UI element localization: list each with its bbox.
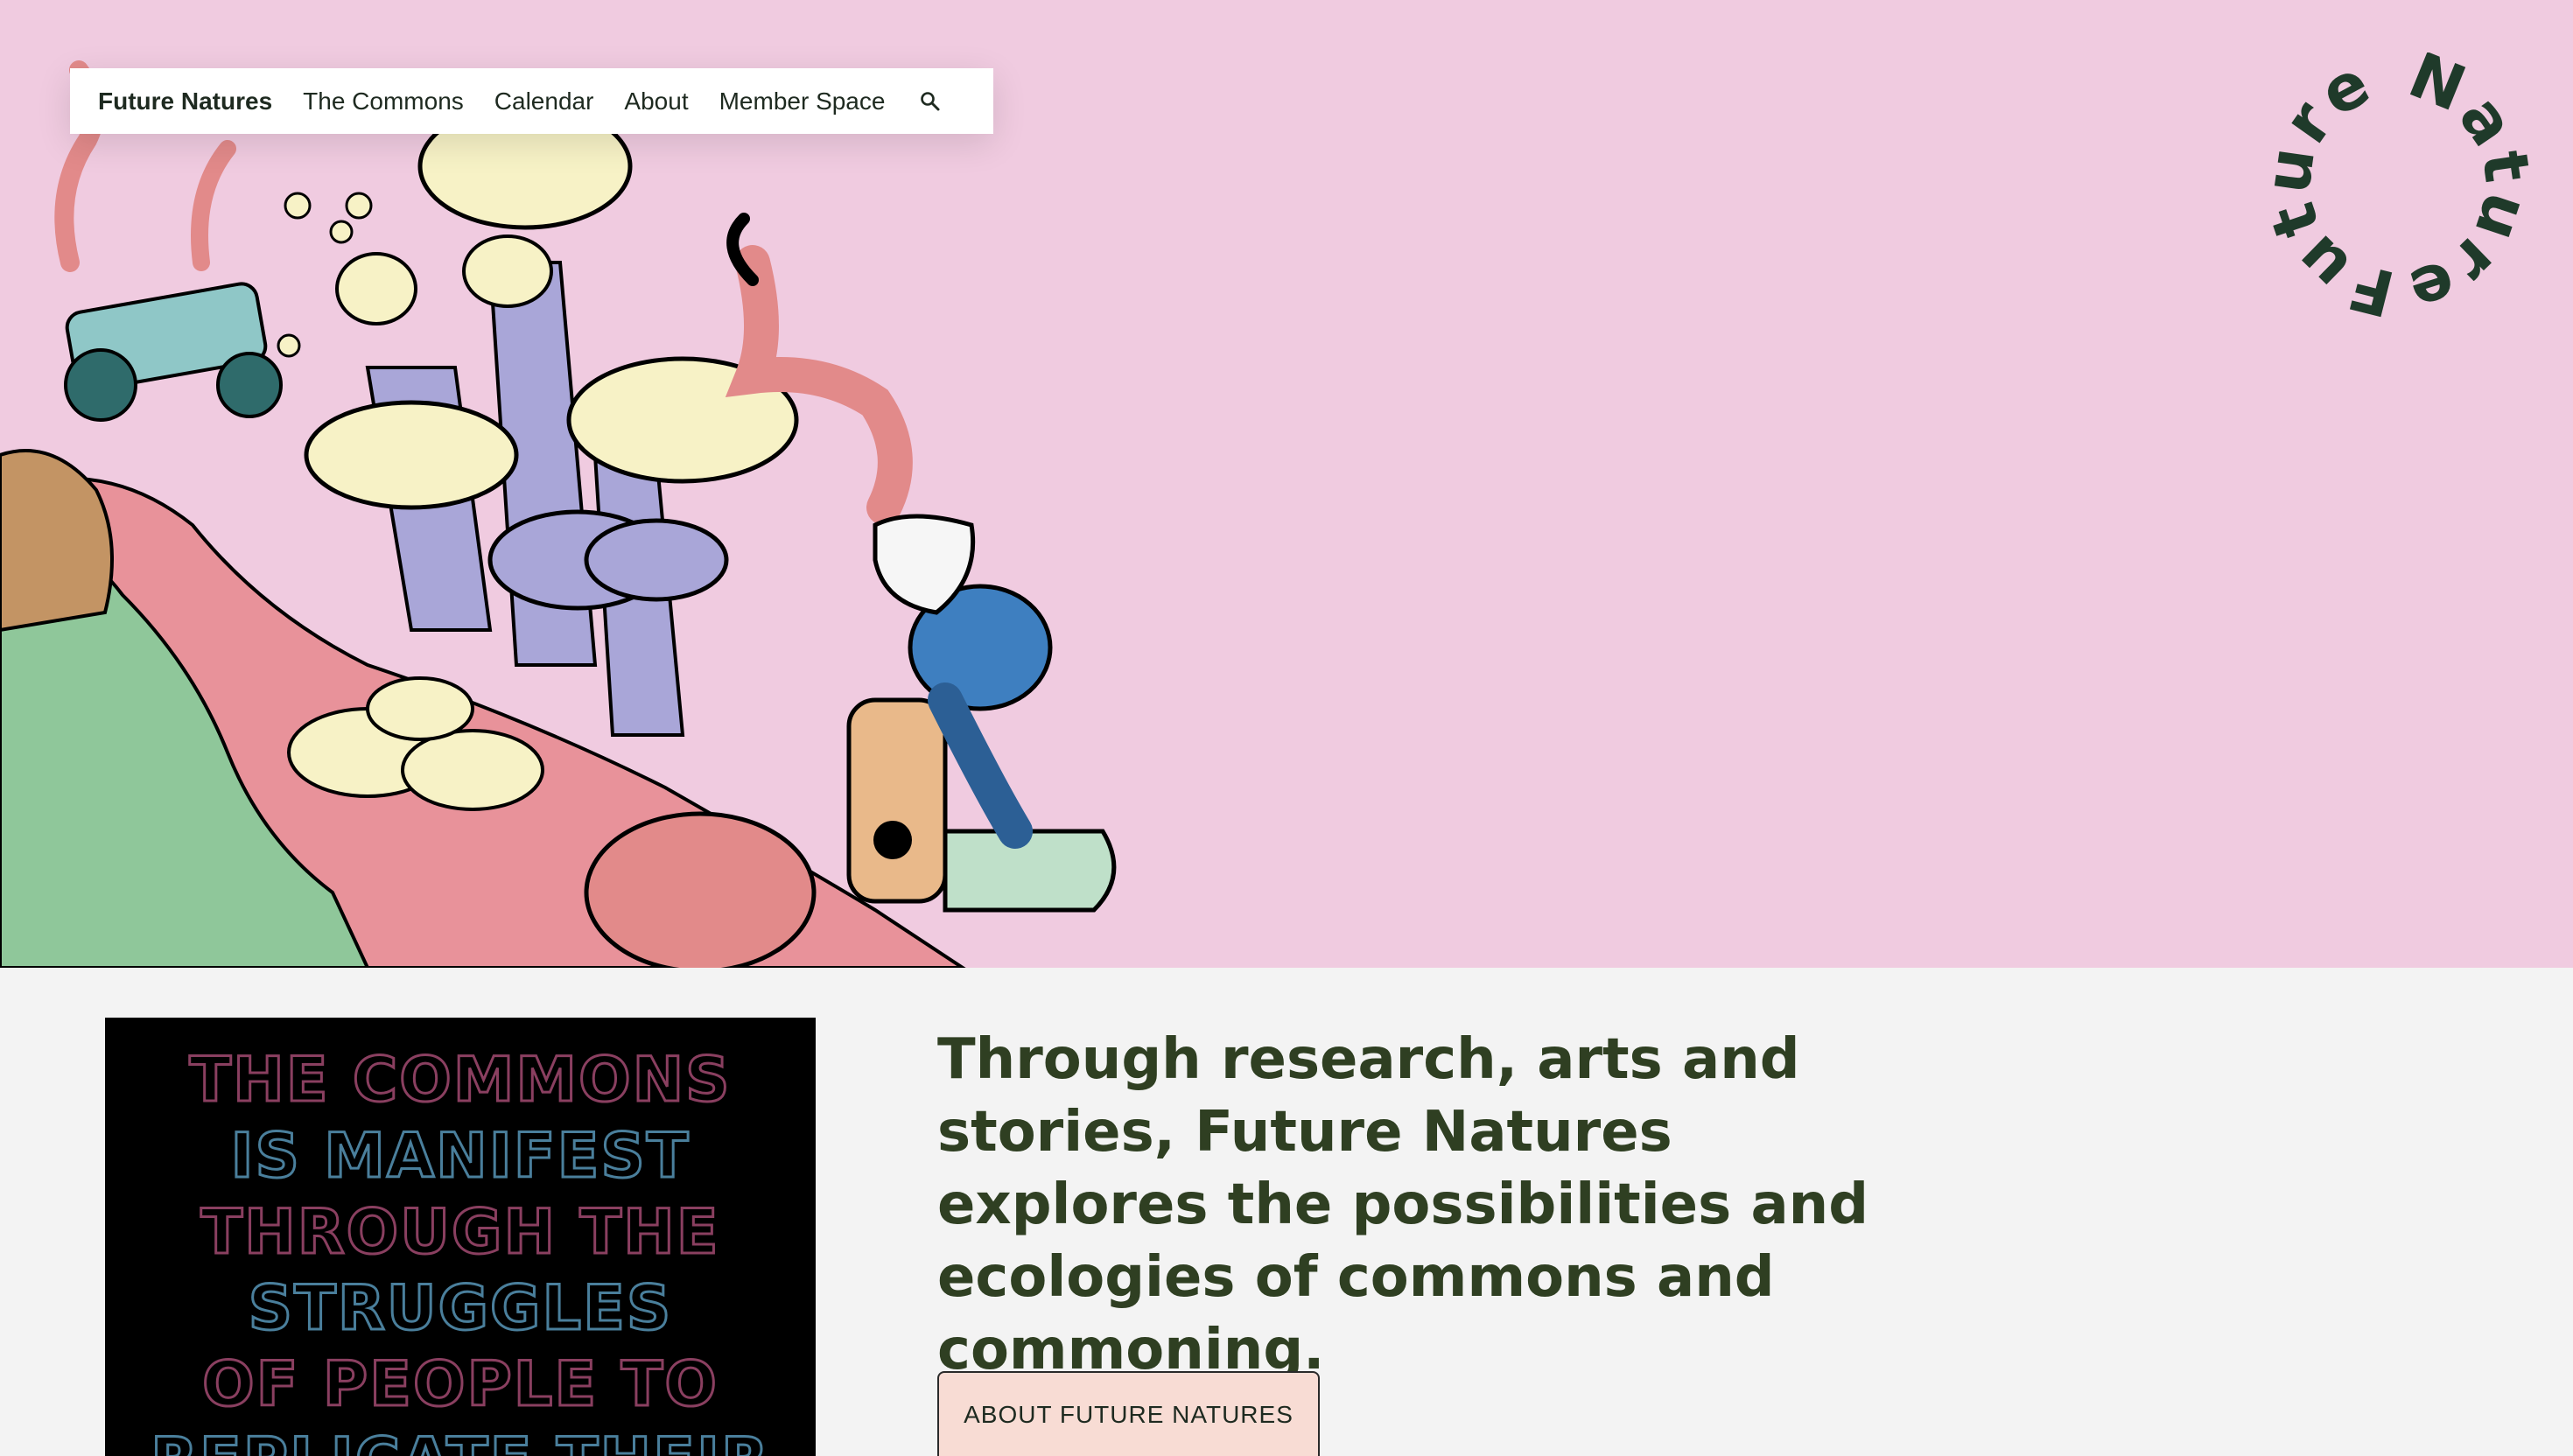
about-button-label: ABOUT FUTURE NATURES (964, 1400, 1294, 1428)
nav-item-the-commons[interactable]: The Commons (303, 88, 464, 116)
about-future-natures-button[interactable]: ABOUT FUTURE NATURES (937, 1371, 1320, 1456)
hero-illustration (0, 60, 1117, 968)
poster-line: OF PEOPLE TO (201, 1348, 719, 1422)
nav-item-about[interactable]: About (624, 88, 688, 116)
nav-brand-link[interactable]: Future Natures (98, 88, 272, 116)
poster-line: IS MANIFEST (229, 1119, 691, 1194)
poster-line: THE COMMONS (188, 1043, 732, 1117)
search-icon[interactable] (919, 90, 942, 113)
poster-line: THROUGH THE (200, 1195, 720, 1270)
poster-line: REPLICATE THEIR (105, 1423, 816, 1456)
nav-item-member-space[interactable]: Member Space (719, 88, 886, 116)
commons-poster-image: THE COMMONS IS MANIFEST THROUGH THE STRU… (105, 1018, 816, 1456)
intro-headline: Through research, arts and stories, Futu… (937, 1027, 1868, 1382)
svg-text:Future Natures: Future Natures (2258, 52, 2545, 331)
logo-text: Future Natures (2258, 52, 2541, 331)
hero-banner: Future Natures The Commons Calendar Abou… (0, 0, 2573, 968)
nav-item-calendar[interactable]: Calendar (494, 88, 594, 116)
future-natures-logo[interactable]: Future Natures (2258, 52, 2555, 332)
poster-line: STRUGGLES (247, 1271, 673, 1346)
top-navigation: Future Natures The Commons Calendar Abou… (70, 68, 993, 134)
